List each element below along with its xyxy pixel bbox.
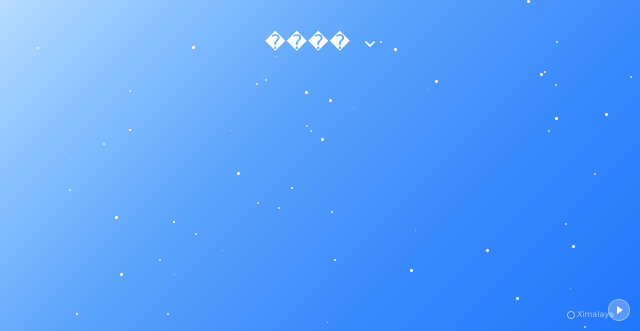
star: [129, 90, 131, 92]
brand-logo-icon: [566, 310, 575, 319]
star: [555, 117, 558, 120]
star: [222, 250, 223, 251]
star: [565, 223, 567, 225]
watermark: Ximalaya: [566, 310, 614, 319]
play-button[interactable]: [608, 299, 630, 321]
category-dropdown[interactable]: ����: [259, 28, 381, 56]
star: [572, 245, 575, 248]
star: [129, 129, 131, 131]
star: [173, 221, 175, 223]
star: [548, 130, 550, 132]
star: [103, 143, 105, 145]
star: [327, 322, 328, 323]
star: [486, 249, 489, 252]
star: [334, 259, 336, 261]
star: [410, 269, 413, 272]
star: [353, 107, 354, 108]
star: [427, 89, 428, 90]
star: [305, 91, 308, 94]
star: [329, 99, 332, 102]
star: [605, 113, 608, 116]
star: [69, 189, 71, 191]
star: [174, 274, 175, 275]
header: ����: [0, 28, 640, 56]
star: [265, 79, 267, 81]
star: [310, 130, 312, 132]
star: [195, 233, 197, 235]
star: [555, 84, 557, 86]
star: [76, 313, 78, 315]
star: [237, 172, 240, 175]
star: [321, 138, 324, 141]
star: [231, 130, 232, 131]
star: [527, 0, 530, 3]
star: [331, 211, 333, 213]
star: [167, 313, 169, 315]
star: [70, 158, 71, 159]
star: [570, 288, 571, 289]
play-icon: [617, 306, 623, 314]
star: [594, 173, 596, 175]
star: [630, 76, 632, 78]
chevron-down-icon: [365, 41, 375, 47]
star: [115, 216, 118, 219]
star: [544, 71, 546, 73]
star: [435, 80, 438, 83]
page-title: ����: [264, 30, 352, 54]
star: [256, 83, 258, 85]
star: [584, 326, 586, 328]
star: [540, 73, 543, 76]
star: [257, 202, 259, 204]
star: [415, 230, 416, 231]
star: [159, 259, 161, 261]
star: [306, 125, 308, 127]
star: [291, 187, 293, 189]
star: [516, 297, 519, 300]
star: [278, 207, 280, 209]
star: [276, 56, 277, 57]
star: [120, 273, 123, 276]
